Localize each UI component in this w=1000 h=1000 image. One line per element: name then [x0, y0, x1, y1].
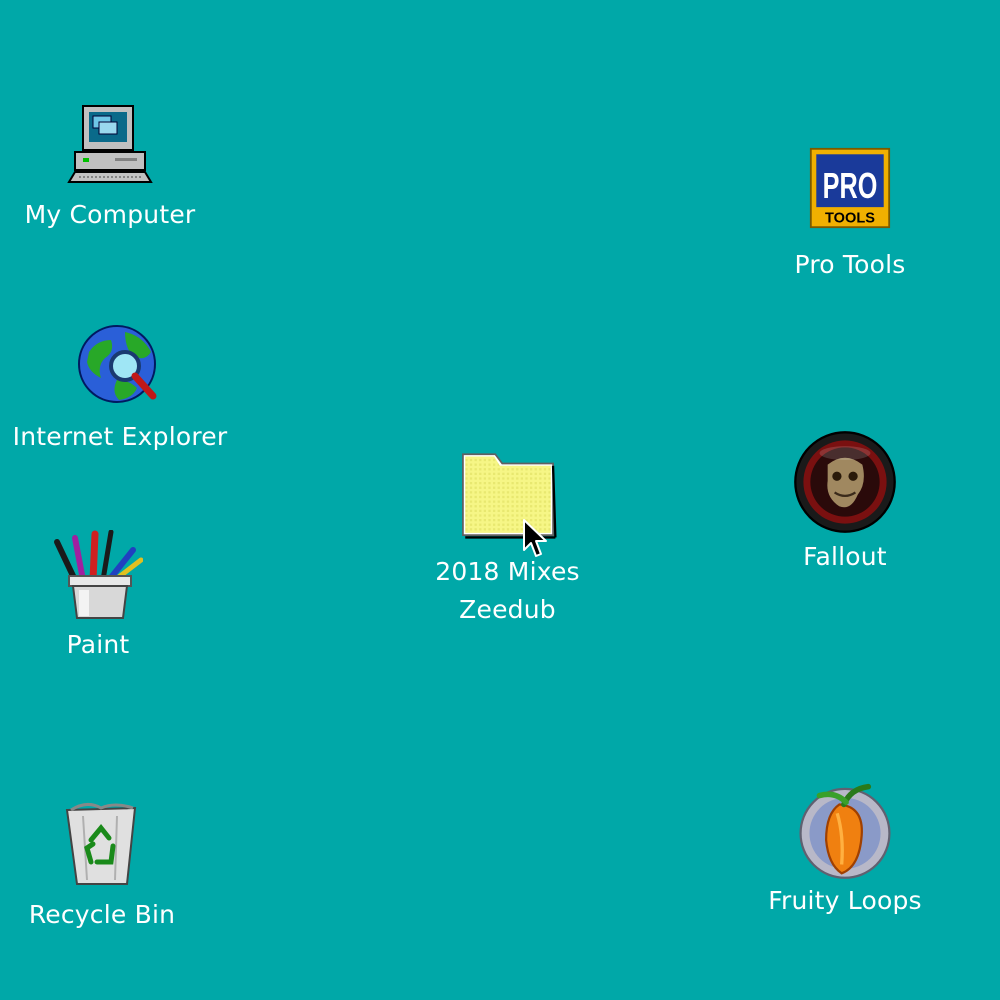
recycle-bin-icon: [65, 803, 137, 885]
desktop-icon-label-line2: Zeedub: [459, 595, 556, 624]
paint-icon: [54, 530, 143, 619]
desktop-icon-label: Recycle Bin: [28, 900, 176, 929]
desktop-icon-fallout[interactable]: Fallout: [765, 430, 925, 576]
folder-icon: [461, 453, 557, 539]
desktop-icon-internet-explorer[interactable]: Internet Explorer: [12, 322, 228, 456]
pro-tools-logo-top: PRO: [823, 165, 878, 206]
fallout-icon: [794, 431, 896, 533]
desktop-icon-label: Fallout: [803, 542, 887, 571]
desktop-icon-my-computer[interactable]: My Computer: [20, 100, 200, 234]
computer-icon: [67, 105, 153, 183]
desktop-icon-paint[interactable]: Paint: [18, 530, 178, 664]
desktop-icon-label-line1: 2018 Mixes: [435, 557, 580, 586]
desktop-icon-pro-tools[interactable]: PRO TOOLS Pro Tools: [770, 138, 930, 284]
desktop-icon-recycle-bin[interactable]: Recycle Bin: [22, 800, 182, 934]
desktop-icon-label: Internet Explorer: [12, 422, 228, 451]
desktop-icon-label: Pro Tools: [794, 250, 906, 279]
pro-tools-icon: PRO TOOLS: [809, 147, 891, 229]
desktop[interactable]: My Computer Internet Explorer Paint Recy…: [0, 0, 1000, 1000]
pro-tools-logo-bottom: TOOLS: [825, 211, 875, 227]
internet-explorer-icon: [78, 325, 157, 403]
desktop-icon-fruity-loops[interactable]: Fruity Loops: [765, 780, 925, 920]
fruity-loops-icon: [799, 783, 891, 879]
desktop-icon-label: Paint: [66, 630, 130, 659]
desktop-icon-label: My Computer: [24, 200, 196, 229]
desktop-icon-folder-2018-mixes-zeedub[interactable]: 2018 Mixes Zeedub: [415, 445, 600, 629]
desktop-icon-label: Fruity Loops: [768, 886, 922, 915]
mouse-pointer-icon: [523, 519, 547, 557]
